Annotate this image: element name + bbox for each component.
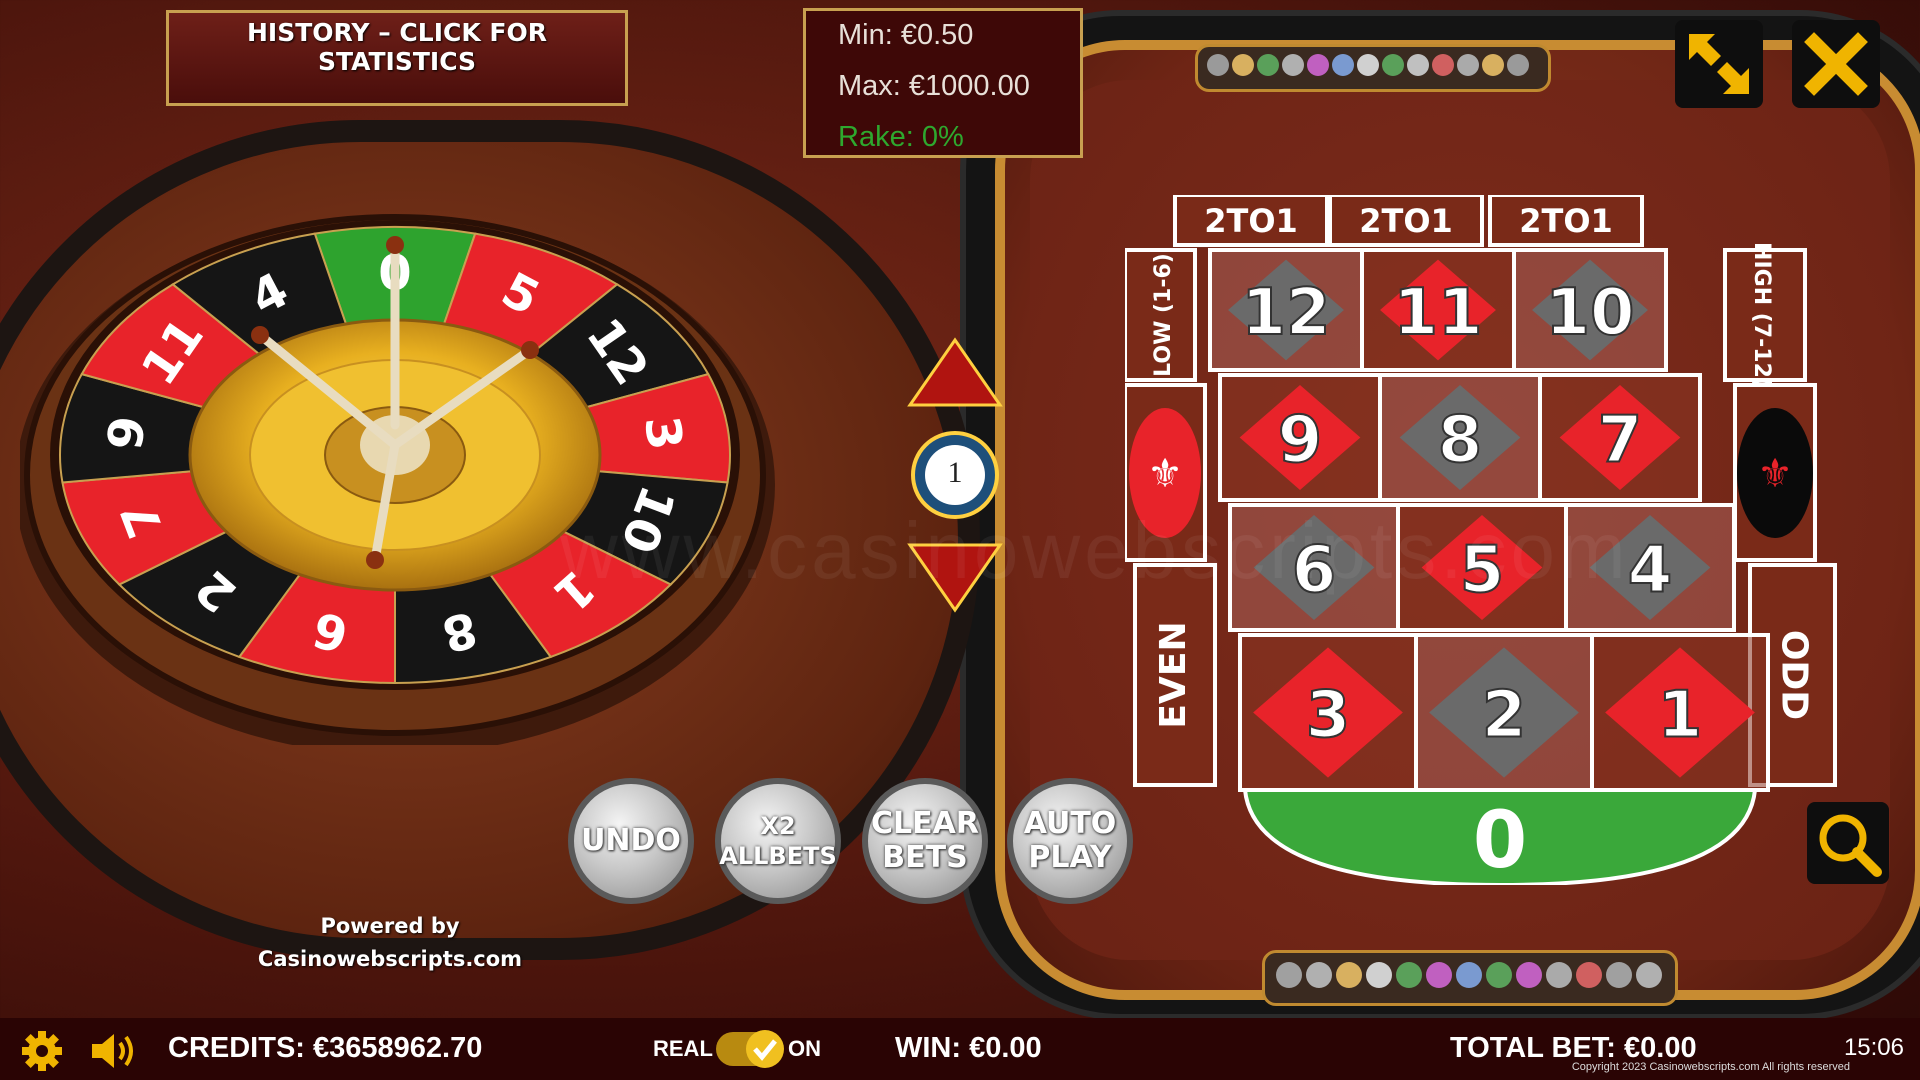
number-label: 10 [1545, 276, 1634, 350]
check-icon [753, 1039, 777, 1061]
column-bet-label: 2TO1 [1519, 202, 1613, 240]
column-bet-label: 2TO1 [1359, 202, 1453, 240]
auto-play-button[interactable]: AUTO PLAY [1007, 778, 1133, 904]
number-label: 4 [1628, 534, 1673, 608]
wheel-number: 3 [633, 413, 693, 453]
history-label: HISTORY – CLICK FOR STATISTICS [246, 18, 547, 76]
powered-by: Powered by Casinowebscripts.com [240, 910, 540, 976]
high-bet-label: HIGH (7-12) [1749, 242, 1774, 388]
zero-label: 0 [1473, 796, 1527, 885]
fullscreen-icon [1689, 34, 1749, 94]
x2-all-bets-button[interactable]: X2 ALLBETS [715, 778, 841, 904]
number-label: 3 [1306, 679, 1351, 753]
close-icon [1804, 32, 1868, 96]
clock: 15:06 [1843, 1034, 1904, 1061]
magnifier-icon [1819, 814, 1882, 877]
number-label: 7 [1598, 404, 1643, 478]
roulette-wheel[interactable]: 0512310186279114 [20, 185, 790, 745]
number-label: 11 [1393, 276, 1482, 350]
chip-value: 1 [947, 456, 963, 489]
bet-limits-panel: Min: €0.50 Max: €1000.00 Rake: 0% [803, 8, 1083, 158]
column-bet-label: 2TO1 [1204, 202, 1298, 240]
max-bet: Max: €1000.00 [838, 70, 1030, 102]
fleur-de-lis-icon: ⚜ [1757, 451, 1793, 497]
number-label: 9 [1278, 404, 1323, 478]
gear-icon[interactable] [20, 1029, 64, 1073]
rake: Rake: 0% [838, 121, 964, 153]
powered-line1: Powered by [320, 914, 460, 938]
min-bet: Min: €0.50 [838, 19, 974, 51]
credits-display: CREDITS: €3658962.70 [168, 1032, 483, 1064]
speaker-icon[interactable] [88, 1029, 138, 1073]
clear-bets-button[interactable]: CLEAR BETS [862, 778, 988, 904]
chip-stacks-bottom [1276, 962, 1662, 988]
win-display: WIN: €0.00 [895, 1032, 1042, 1064]
on-label: ON [788, 1036, 821, 1061]
chip-stacks-top [1207, 54, 1529, 76]
low-bet-label: LOW (1-6) [1151, 253, 1176, 377]
close-button[interactable] [1792, 20, 1880, 108]
fullscreen-button[interactable] [1675, 20, 1763, 108]
zoom-button[interactable] [1807, 802, 1889, 884]
copyright: Copyright 2023 Casinowebscripts.com All … [1571, 1061, 1850, 1073]
undo-button[interactable]: UNDO [568, 778, 694, 904]
chip-up-arrow-icon [907, 337, 1003, 407]
number-label: 12 [1241, 276, 1330, 350]
real-label: REAL [653, 1036, 713, 1061]
chip-rack-bottom [1262, 950, 1678, 1006]
real-mode-toggle[interactable] [716, 1030, 784, 1068]
number-label: 2 [1482, 679, 1527, 753]
toggle-knob [746, 1030, 784, 1068]
chip-rack-top [1195, 44, 1551, 92]
wheel-number: 9 [97, 413, 157, 453]
board-grid: 2TO1 2TO1 2TO1 LOW (1-6) EVEN HIGH (7-12) ODD ⚜… [1125, 195, 1837, 792]
history-button[interactable]: HISTORY – CLICK FOR STATISTICS [166, 10, 628, 106]
number-label: 1 [1658, 679, 1703, 753]
powered-line2: Casinowebscripts.com [257, 947, 523, 971]
watermark: www.casinowebscripts.com [560, 506, 1630, 595]
number-label: 8 [1438, 404, 1483, 478]
even-bet-label: EVEN [1153, 621, 1194, 728]
fleur-de-lis-icon: ⚜ [1147, 451, 1183, 497]
odd-bet-label: ODD [1774, 630, 1815, 720]
